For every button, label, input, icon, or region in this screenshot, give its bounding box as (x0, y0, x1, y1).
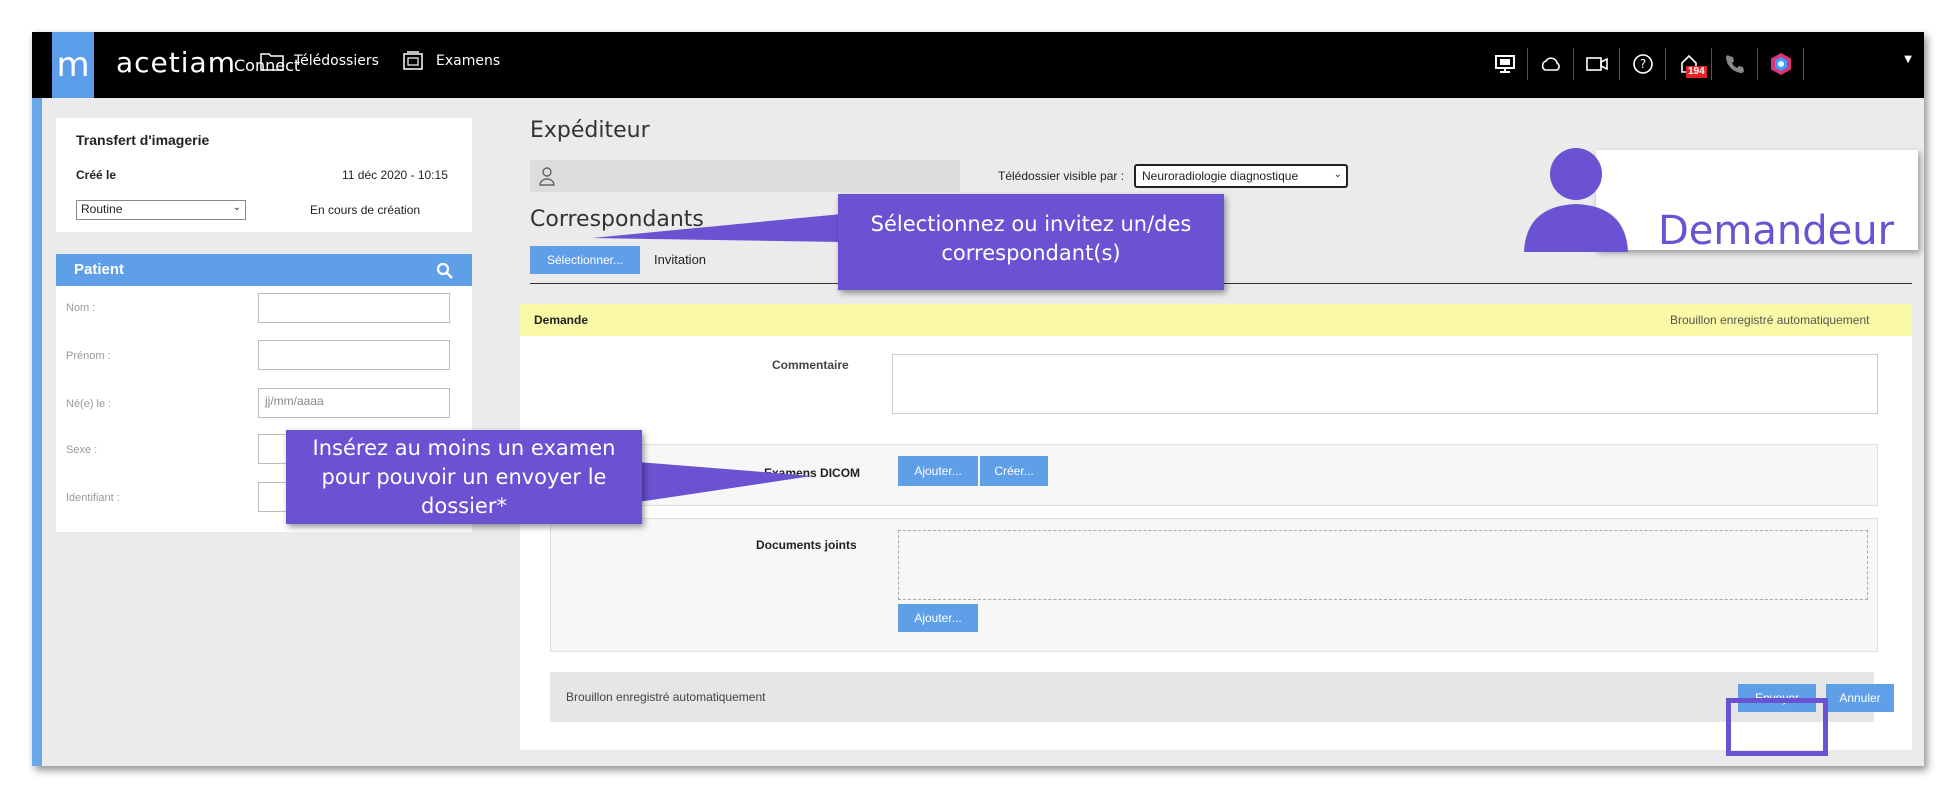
exam-callout: Insérez au moins un examen pour pouvoir … (286, 430, 642, 524)
app-window: m acetiam Connect Télédossiers Examens ? (32, 32, 1924, 766)
correspondents-callout: Sélectionnez ou invitez un/des correspon… (838, 194, 1224, 290)
requester-avatar-icon (1524, 148, 1628, 252)
callout-pointers (592, 214, 842, 502)
requester-label: Demandeur (1658, 208, 1895, 254)
